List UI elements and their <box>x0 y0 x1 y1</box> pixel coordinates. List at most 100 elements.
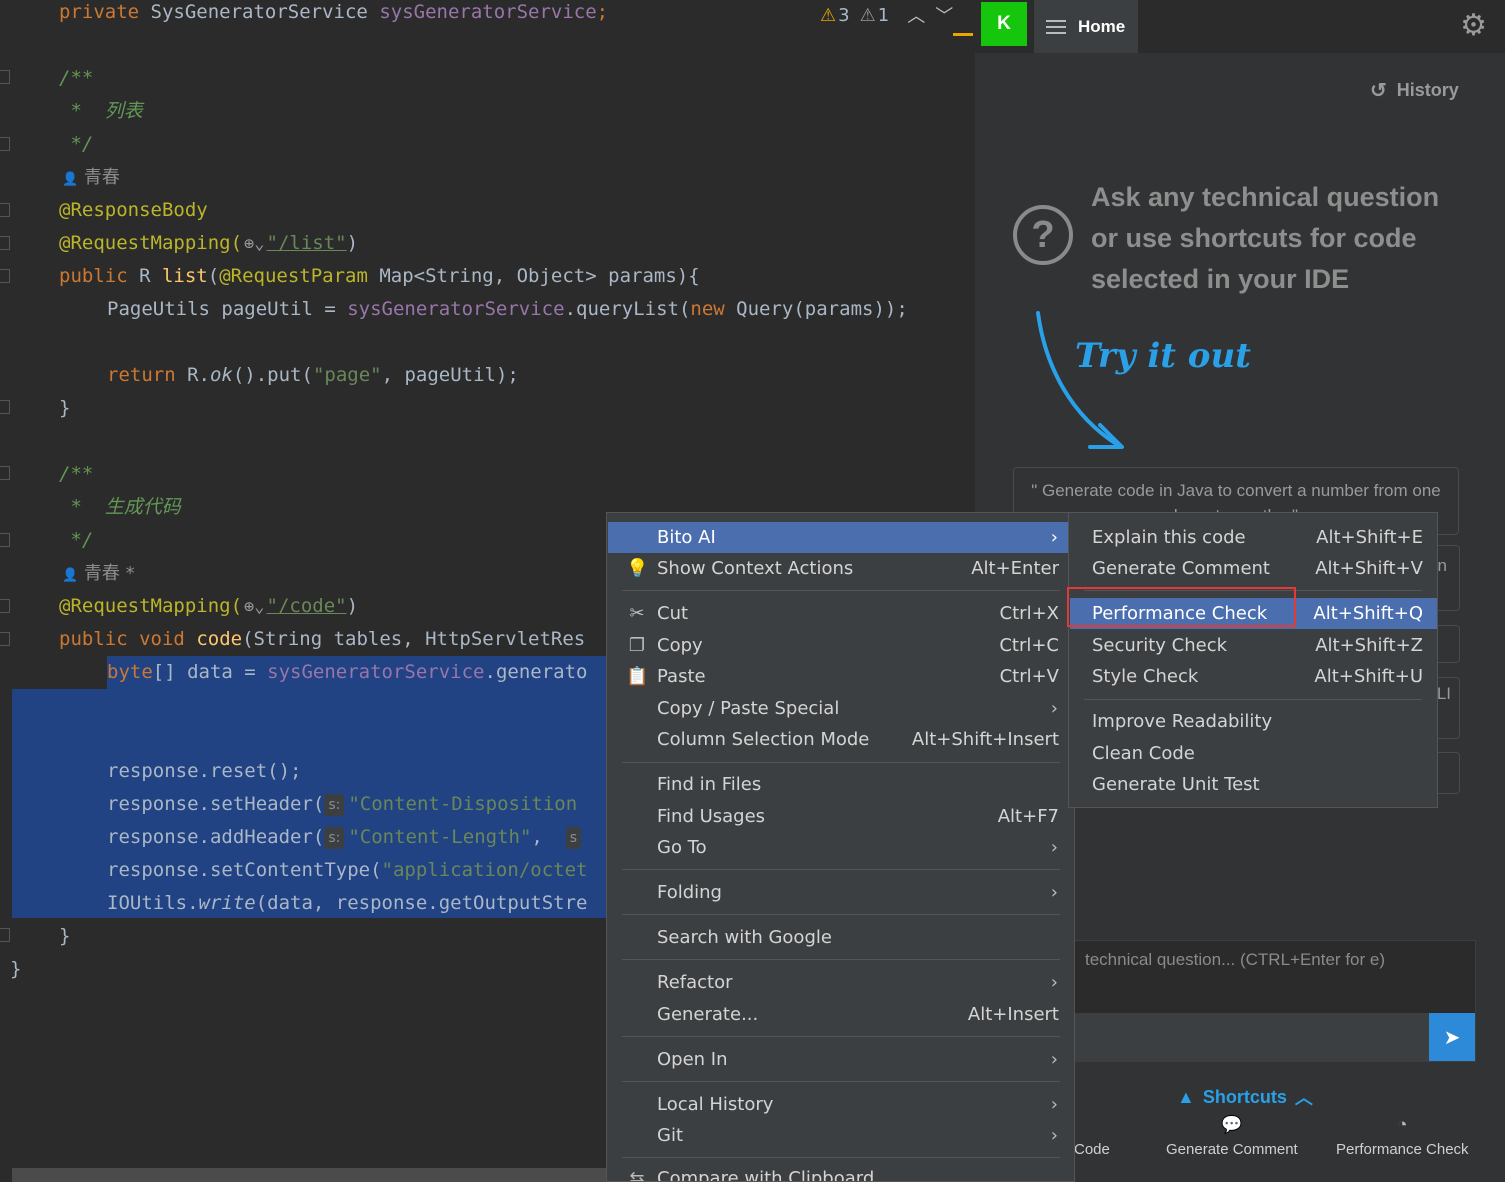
prev-highlight-icon[interactable]: ︿ <box>907 2 925 28</box>
submenu-item-clean-code[interactable]: Clean Code <box>1070 738 1437 769</box>
menu-item-local-history[interactable]: Local History › <box>608 1089 1074 1120</box>
gear-icon[interactable]: ⚙ <box>1460 8 1487 44</box>
menu-item-generate[interactable]: Generate... Alt+Insert <box>608 999 1074 1030</box>
menu-item-find-in-files[interactable]: Find in Files <box>608 769 1074 800</box>
menu-item-show-context-actions[interactable]: 💡 Show Context Actions Alt+Enter <box>608 553 1074 584</box>
submenu-item-generate-unit-test[interactable]: Generate Unit Test <box>1070 769 1437 800</box>
web-endpoint-icon[interactable]: ⊕⌄ <box>244 591 264 624</box>
web-endpoint-icon[interactable]: ⊕⌄ <box>244 228 264 261</box>
gauge-icon: ◔ <box>1397 1115 1408 1134</box>
example-card-text: n <box>1437 556 1447 575</box>
annotation-highlight-box <box>1067 587 1296 627</box>
chevron-right-icon: › <box>1050 837 1058 858</box>
code-line: } <box>59 925 71 947</box>
bito-ai-submenu: Explain this code Alt+Shift+E Generate C… <box>1068 512 1438 808</box>
avatar[interactable]: K <box>981 2 1027 46</box>
shapes-icon: ▲ <box>1177 1086 1195 1107</box>
clipboard-icon: 📋 <box>626 666 649 687</box>
menu-item-search-with-google[interactable]: Search with Google <box>608 922 1074 953</box>
warning-icon: ⚠ <box>820 4 837 26</box>
code-line: response.setContentType("application/oct… <box>107 859 588 881</box>
user-icon: 👤 <box>62 568 79 583</box>
shortcut-code-button[interactable]: Code <box>1074 1115 1110 1158</box>
menu-item-git[interactable]: Git › <box>608 1120 1074 1151</box>
fold-marker[interactable] <box>0 928 10 942</box>
history-button[interactable]: ↺ History <box>1370 78 1459 103</box>
submenu-item-explain-code[interactable]: Explain this code Alt+Shift+E <box>1070 522 1437 553</box>
shortcuts-label: Shortcuts <box>1202 1086 1287 1107</box>
bito-header: K Home ⚙ <box>975 0 1505 53</box>
menu-item-column-selection-mode[interactable]: Column Selection Mode Alt+Shift+Insert <box>608 724 1074 755</box>
warning-count: 3 <box>838 4 850 26</box>
menu-item-open-in[interactable]: Open In › <box>608 1044 1074 1075</box>
fold-marker[interactable] <box>0 632 10 646</box>
code-line: response.reset(); <box>107 760 302 782</box>
history-icon: ↺ <box>1370 80 1387 102</box>
chevron-right-icon: › <box>1050 882 1058 903</box>
submenu-item-generate-comment[interactable]: Generate Comment Alt+Shift+V <box>1070 553 1437 584</box>
shortcut-label: Generate Comment <box>1166 1141 1298 1158</box>
code-line: @RequestMapping(⊕⌄ "/list") <box>59 227 358 260</box>
inspection-widget[interactable]: ⚠ 3 ⚠ 1 ︿ ﹀ <box>820 0 953 30</box>
weak-warning-count: 1 <box>877 4 890 26</box>
try-it-out-text: Try it out <box>1075 336 1251 376</box>
next-highlight-icon[interactable]: ﹀ <box>935 2 953 28</box>
menu-item-copy[interactable]: ❐ Copy Ctrl+C <box>608 630 1074 661</box>
submenu-item-style-check[interactable]: Style Check Alt+Shift+U <box>1070 661 1437 692</box>
menu-item-folding[interactable]: Folding › <box>608 877 1074 908</box>
hamburger-icon <box>1046 19 1066 34</box>
input-toolbar <box>1061 1013 1475 1061</box>
code-line: */ <box>59 133 94 155</box>
menu-item-find-usages[interactable]: Find Usages Alt+F7 <box>608 801 1074 832</box>
comment-icon: 💬 <box>1221 1115 1243 1134</box>
code-line: * 生成代码 <box>59 496 181 518</box>
shortcut-generate-comment-button[interactable]: 💬 Generate Comment <box>1166 1115 1298 1158</box>
menu-item-compare-with-clipboard[interactable]: ⇆ Compare with Clipboard <box>608 1163 1074 1181</box>
fold-marker[interactable] <box>0 269 10 283</box>
fold-marker[interactable] <box>0 236 10 250</box>
send-button[interactable]: ➤ <box>1429 1013 1475 1061</box>
home-tab[interactable]: Home <box>1034 0 1138 53</box>
code-line: } <box>10 958 22 980</box>
shortcuts-toggle[interactable]: ▲ Shortcuts ︿ <box>1177 1084 1313 1110</box>
fold-marker[interactable] <box>0 599 10 613</box>
shortcut-label: Performance Check <box>1336 1141 1469 1158</box>
chevron-right-icon: › <box>1050 972 1058 993</box>
fold-marker[interactable] <box>0 137 10 151</box>
menu-item-bito-ai[interactable]: Bito AI › <box>608 522 1074 553</box>
chevron-right-icon: › <box>1050 698 1058 719</box>
menu-item-copy-paste-special[interactable]: Copy / Paste Special › <box>608 693 1074 724</box>
menu-item-paste[interactable]: 📋 Paste Ctrl+V <box>608 661 1074 692</box>
code-line: public void code(String tables, HttpServ… <box>59 628 586 650</box>
menu-item-refactor[interactable]: Refactor › <box>608 967 1074 998</box>
copy-icon: ❐ <box>628 635 646 656</box>
chevron-right-icon: › <box>1050 1125 1058 1146</box>
fold-marker[interactable] <box>0 203 10 217</box>
user-icon: 👤 <box>62 172 79 187</box>
menu-separator <box>622 914 1060 915</box>
editor-context-menu: Bito AI › 💡 Show Context Actions Alt+Ent… <box>606 512 1075 1182</box>
fold-marker[interactable] <box>0 70 10 84</box>
code-line: @ResponseBody <box>59 199 208 221</box>
menu-separator <box>622 1157 1060 1158</box>
code-line: response.addHeader(s: "Content-Length", s <box>107 821 585 854</box>
horizontal-scrollbar[interactable] <box>12 1168 612 1182</box>
fold-marker[interactable] <box>0 533 10 547</box>
fold-marker[interactable] <box>0 400 10 414</box>
question-input[interactable]: technical question... (CTRL+Enter for e)… <box>1060 940 1476 1062</box>
menu-item-cut[interactable]: ✂ Cut Ctrl+X <box>608 598 1074 629</box>
scissors-icon: ✂ <box>629 603 645 624</box>
fold-marker[interactable] <box>0 466 10 480</box>
code-line: */ <box>59 529 94 551</box>
question-input-placeholder: technical question... (CTRL+Enter for e) <box>1085 950 1385 969</box>
author-hint: 👤 青春 <box>62 167 120 188</box>
menu-item-go-to[interactable]: Go To › <box>608 832 1074 863</box>
shortcut-performance-check-button[interactable]: ◔ Performance Check <box>1336 1115 1469 1158</box>
history-label: History <box>1396 80 1459 100</box>
submenu-item-security-check[interactable]: Security Check Alt+Shift+Z <box>1070 630 1437 661</box>
shortcut-label: Code <box>1074 1141 1110 1158</box>
chevron-up-icon: ︿ <box>1294 1088 1313 1108</box>
submenu-item-improve-readability[interactable]: Improve Readability <box>1070 706 1437 737</box>
menu-separator <box>622 959 1060 960</box>
ask-prompt-text: Ask any technical question or use shortc… <box>1091 182 1440 294</box>
